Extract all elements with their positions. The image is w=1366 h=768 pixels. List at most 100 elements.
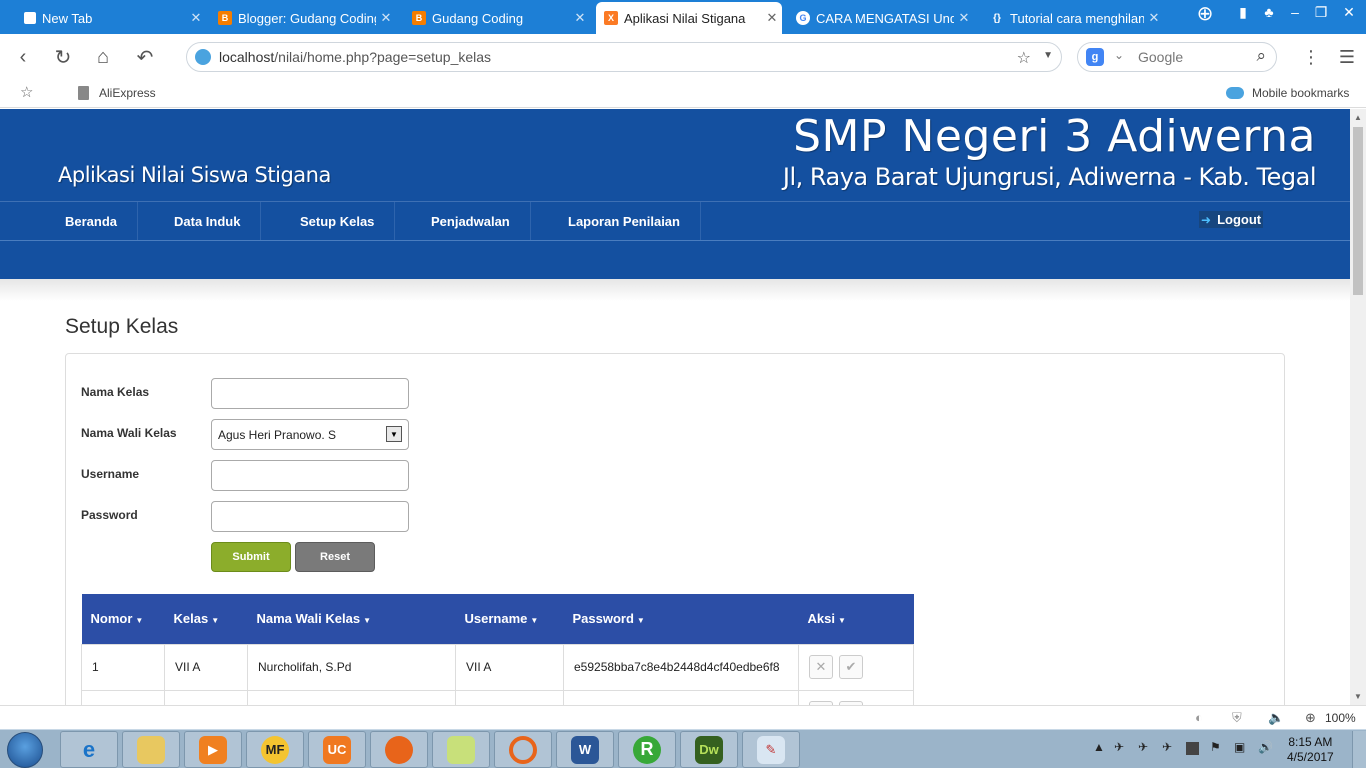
column-header-username[interactable]: Username ▼ <box>455 594 564 644</box>
star-icon[interactable]: ☆ <box>20 83 33 101</box>
windows-taskbar: e ▶ MF UC W R Dw ✎ ▲ ✈ ✈ ✈ ⚑ ▣ 🔊 8:15 AM… <box>0 729 1366 768</box>
night-mode-icon[interactable]: ◐ <box>1195 710 1203 725</box>
system-clock[interactable]: 8:15 AM 4/5/2017 <box>1287 735 1334 765</box>
taskbar-dreamweaver[interactable]: Dw <box>680 731 738 768</box>
reload-icon[interactable]: ↻ <box>50 44 76 70</box>
ie-icon: e <box>82 736 96 762</box>
skin-icon[interactable]: ♣ <box>1256 4 1282 20</box>
nama-kelas-label: Nama Kelas <box>81 385 150 399</box>
mobile-bookmarks[interactable]: Mobile bookmarks <box>1226 86 1349 100</box>
network-icon[interactable]: ✈ <box>1162 740 1172 754</box>
home-icon[interactable]: ⌂ <box>90 44 116 70</box>
scrollbar-thumb[interactable] <box>1353 127 1363 295</box>
close-window-icon[interactable]: ✕ <box>1336 4 1362 21</box>
password-label: Password <box>81 508 138 522</box>
undo-close-icon[interactable]: ↶ <box>132 44 158 70</box>
tab-blogger[interactable]: B Blogger: Gudang Coding ✕ <box>210 4 396 32</box>
google-icon: G <box>796 11 810 25</box>
search-icon[interactable]: ⌕ <box>1256 46 1266 66</box>
menu-icon[interactable]: ☰ <box>1334 44 1360 70</box>
taskbar-ubuntu[interactable] <box>494 731 552 768</box>
speaker-icon[interactable]: 🔈 <box>1268 710 1284 726</box>
network-icon[interactable]: ✈ <box>1114 740 1124 754</box>
taskbar-sticky-notes[interactable] <box>432 731 490 768</box>
minimize-icon[interactable]: – <box>1282 4 1308 20</box>
nav-laporan-penilaian[interactable]: Laporan Penilaian <box>548 202 701 240</box>
close-icon[interactable]: ✕ <box>1144 10 1164 26</box>
clock-date: 4/5/2017 <box>1287 750 1334 764</box>
taskbar-word[interactable]: W <box>556 731 614 768</box>
chevron-down-icon[interactable]: ▼ <box>1043 50 1053 61</box>
close-icon[interactable]: ✕ <box>570 10 590 26</box>
taskbar-paint[interactable]: ✎ <box>742 731 800 768</box>
header-label: Nomor <box>90 611 133 627</box>
scroll-up-icon[interactable]: ▲ <box>1354 113 1362 122</box>
close-icon[interactable]: ✕ <box>186 10 206 26</box>
chevron-down-icon[interactable]: ▼ <box>386 426 402 442</box>
column-header-aksi[interactable]: Aksi ▼ <box>798 594 914 644</box>
column-header-password[interactable]: Password ▼ <box>563 594 799 644</box>
close-icon[interactable]: ✕ <box>954 10 974 26</box>
reset-button[interactable]: Reset <box>295 542 375 572</box>
kelas-table: Nomor ▼ Kelas ▼ Nama Wali Kelas ▼ Username ▼… <box>81 594 914 705</box>
firefox-icon <box>385 735 413 764</box>
taskbar-mf[interactable]: MF <box>246 731 304 768</box>
close-icon[interactable]: ✕ <box>762 10 782 26</box>
zoom-level[interactable]: 100% <box>1325 711 1356 725</box>
logout-button[interactable]: ➜ Logout <box>1199 211 1264 228</box>
start-button[interactable] <box>7 732 43 768</box>
taskbar-explorer[interactable] <box>122 731 180 768</box>
app-tray-icon[interactable] <box>1186 742 1199 755</box>
tab-tutorial[interactable]: {} Tutorial cara menghilang ✕ <box>982 4 1164 32</box>
password-input[interactable] <box>211 501 409 532</box>
bookmark-star-icon[interactable]: ☆ <box>1017 48 1031 68</box>
nav-setup-kelas[interactable]: Setup Kelas <box>280 202 396 240</box>
scroll-down-icon[interactable]: ▼ <box>1354 692 1362 701</box>
shield-icon[interactable]: ⛨ <box>1232 710 1242 726</box>
site-info-icon[interactable] <box>195 49 211 65</box>
taskbar-firefox[interactable] <box>370 731 428 768</box>
header-shadow <box>0 279 1350 301</box>
volume-icon[interactable]: 🔊 <box>1258 740 1273 754</box>
submit-button[interactable]: Submit <box>211 542 291 572</box>
taskbar-r[interactable]: R <box>618 731 676 768</box>
google-icon[interactable]: g <box>1086 48 1104 66</box>
tray-chevron-icon[interactable]: ▲ <box>1093 740 1105 754</box>
battery-icon[interactable]: ▣ <box>1234 740 1245 754</box>
tab-new-tab[interactable]: New Tab ✕ <box>16 4 206 32</box>
close-icon[interactable]: ✕ <box>376 10 396 26</box>
search-input[interactable]: g ⌄ Google ⌕ <box>1077 42 1277 72</box>
delete-icon[interactable]: ✕ <box>809 655 833 679</box>
address-bar[interactable]: localhost/nilai/home.php?page=setup_kela… <box>186 42 1062 72</box>
chevron-down-icon[interactable]: ⌄ <box>1114 48 1124 62</box>
username-input[interactable] <box>211 460 409 491</box>
column-header-kelas[interactable]: Kelas ▼ <box>164 594 248 644</box>
nav-beranda[interactable]: Beranda <box>45 202 139 240</box>
back-icon[interactable]: ‹ <box>10 44 36 70</box>
nav-data-induk[interactable]: Data Induk <box>154 202 262 240</box>
nav-penjadwalan[interactable]: Penjadwalan <box>411 202 531 240</box>
taskbar-media-player[interactable]: ▶ <box>184 731 242 768</box>
taskbar-uc-browser[interactable]: UC <box>308 731 366 768</box>
tab-aplikasi-nilai[interactable]: X Aplikasi Nilai Stigana ✕ <box>596 2 782 34</box>
wali-kelas-select[interactable]: Agus Heri Pranowo. S ▼ <box>211 419 409 450</box>
show-desktop-button[interactable] <box>1352 731 1366 768</box>
more-icon[interactable]: ⋮ <box>1298 44 1324 70</box>
flag-icon[interactable]: ⚑ <box>1210 740 1221 754</box>
zoom-icon[interactable]: ⊕ <box>1305 710 1316 726</box>
tab-gudang-coding[interactable]: B Gudang Coding ✕ <box>404 4 590 32</box>
header-label: Username <box>464 611 528 627</box>
edit-check-icon[interactable]: ✔ <box>839 655 863 679</box>
maximize-icon[interactable]: ❐ <box>1308 4 1334 21</box>
column-header-nomor[interactable]: Nomor ▼ <box>81 594 165 644</box>
network-icon[interactable]: ✈ <box>1138 740 1148 754</box>
clock-time: 8:15 AM <box>1288 735 1333 749</box>
new-tab-plus-icon[interactable]: ⊕ <box>1192 1 1218 26</box>
restore-icon[interactable]: ▮ <box>1230 4 1256 21</box>
bookmark-aliexpress[interactable]: AliExpress <box>78 86 156 100</box>
tab-cara-mengatasi[interactable]: G CARA MENGATASI Unde ✕ <box>788 4 974 32</box>
taskbar-ie[interactable]: e <box>60 731 118 768</box>
column-header-wali[interactable]: Nama Wali Kelas ▼ <box>247 594 456 644</box>
page-scrollbar[interactable]: ▲ ▼ <box>1350 109 1366 705</box>
nama-kelas-input[interactable] <box>211 378 409 409</box>
